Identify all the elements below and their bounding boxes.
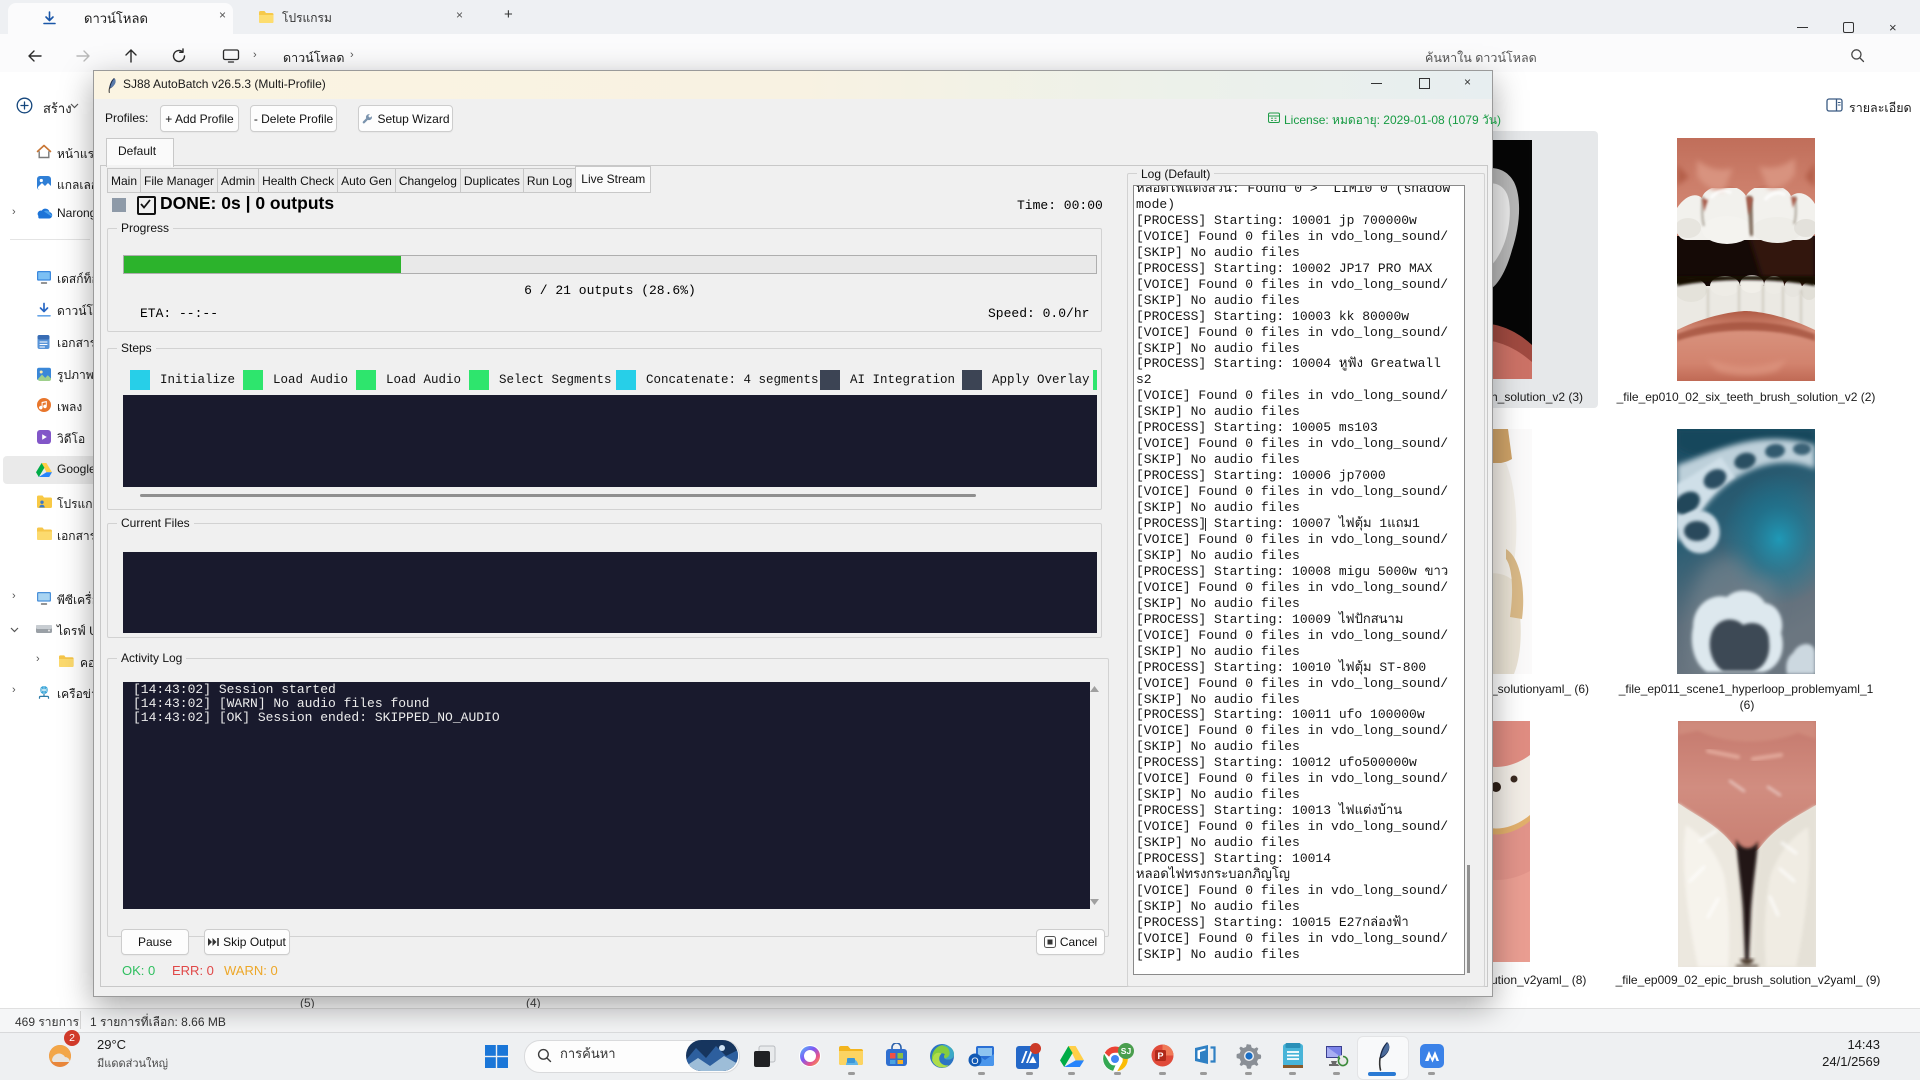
svg-text:SJ: SJ <box>1121 1046 1132 1056</box>
svg-text:P: P <box>1157 1051 1163 1061</box>
svg-text:O: O <box>971 1056 978 1067</box>
